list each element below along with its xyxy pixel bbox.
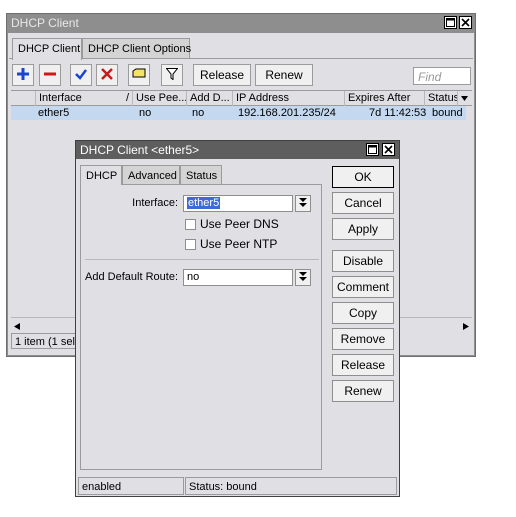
renew-button[interactable]: Renew — [255, 64, 313, 86]
cell-expires: 7d 11:42:53 — [369, 107, 427, 119]
use-peer-ntp-checkbox[interactable] — [185, 239, 196, 250]
cell-status: bound — [432, 107, 463, 119]
chevron-down-icon — [461, 93, 468, 105]
comment-button[interactable] — [128, 64, 150, 86]
interface-value: ether5 — [187, 197, 221, 209]
chevron-down-icon — [299, 272, 307, 283]
table-header: Interface / Use Pee... Add D... IP Addre… — [11, 90, 472, 106]
tab-advanced[interactable]: Advanced — [122, 165, 180, 184]
columns-dropdown[interactable] — [457, 91, 472, 106]
tab-dhcp-client-options[interactable]: DHCP Client Options — [82, 38, 191, 59]
maximize-icon — [367, 144, 378, 155]
add-default-route-label: Add Default Route: — [85, 271, 178, 283]
comment-icon — [132, 68, 146, 83]
interface-dropdown-button[interactable] — [295, 195, 311, 212]
dialog-titlebar[interactable]: DHCP Client <ether5> — [76, 141, 399, 159]
col-use-peer[interactable]: Use Pee... — [132, 91, 186, 106]
cell-use-peer: no — [139, 107, 152, 119]
release-button[interactable]: Release — [193, 64, 251, 86]
disable-button[interactable] — [96, 64, 118, 86]
copy-button[interactable]: Copy — [332, 302, 394, 324]
add-default-route-select[interactable]: no — [183, 269, 293, 286]
apply-button[interactable]: Apply — [332, 218, 394, 240]
dialog-status-bound: Status: bound — [185, 477, 397, 495]
find-input[interactable]: Find — [413, 67, 471, 85]
use-peer-dns-label: Use Peer DNS — [200, 217, 279, 231]
check-icon — [75, 68, 87, 83]
dialog-close-button[interactable] — [382, 143, 395, 156]
cell-add-default: no — [192, 107, 205, 119]
col-add-default[interactable]: Add D... — [186, 91, 232, 106]
filter-icon — [165, 67, 179, 83]
remove-icon — [44, 68, 56, 83]
filter-button[interactable] — [161, 64, 183, 86]
tab-dhcp-client[interactable]: DHCP Client — [12, 38, 82, 60]
cell-ip-address: 192.168.201.235/24 — [238, 107, 336, 119]
col-status[interactable]: Status — [424, 91, 457, 106]
interface-label: Interface: — [132, 197, 178, 209]
col-interface[interactable]: Interface — [35, 91, 131, 106]
add-icon — [17, 67, 29, 83]
chevron-down-icon — [299, 198, 307, 209]
table-row[interactable]: ether5 no no 192.168.201.235/24 7d 11:42… — [11, 106, 466, 120]
enable-button[interactable] — [70, 64, 92, 86]
col-flags[interactable] — [11, 91, 35, 106]
ok-button[interactable]: OK — [332, 166, 394, 188]
use-peer-dns-checkbox[interactable] — [185, 219, 196, 230]
close-button[interactable] — [459, 16, 472, 29]
remove-button[interactable] — [39, 64, 61, 86]
dialog-title: DHCP Client <ether5> — [80, 143, 200, 157]
scroll-right-icon[interactable] — [463, 321, 469, 333]
add-default-route-dropdown-button[interactable] — [295, 269, 311, 286]
col-ip-address[interactable]: IP Address — [232, 91, 344, 106]
remove-button[interactable]: Remove — [332, 328, 394, 350]
renew-button[interactable]: Renew — [332, 380, 394, 402]
add-button[interactable] — [12, 64, 34, 86]
main-window-title: DHCP Client — [11, 16, 79, 30]
tab-dhcp[interactable]: DHCP — [80, 165, 122, 185]
tab-status[interactable]: Status — [180, 165, 222, 184]
main-titlebar[interactable]: DHCP Client — [7, 14, 475, 32]
scroll-left-icon[interactable] — [14, 321, 20, 333]
col-expires-after[interactable]: Expires After — [344, 91, 424, 106]
x-icon — [101, 67, 113, 83]
dhcp-tab-panel: Interface: ether5 Use Peer DNS Use Peer … — [80, 184, 322, 470]
maximize-icon — [445, 17, 456, 28]
cancel-button[interactable]: Cancel — [332, 192, 394, 214]
release-button[interactable]: Release — [332, 354, 394, 376]
separator — [85, 259, 319, 260]
close-icon — [383, 144, 394, 155]
disable-button[interactable]: Disable — [332, 250, 394, 272]
comment-button[interactable]: Comment — [332, 276, 394, 298]
close-icon — [460, 17, 471, 28]
dialog-maximize-button[interactable] — [366, 143, 379, 156]
maximize-button[interactable] — [444, 16, 457, 29]
dhcp-client-dialog: DHCP Client <ether5> DHCP Advanced Statu… — [75, 140, 400, 497]
cell-interface: ether5 — [38, 107, 70, 119]
use-peer-ntp-label: Use Peer NTP — [200, 237, 278, 251]
interface-select[interactable]: ether5 — [183, 195, 293, 212]
dialog-status-enabled: enabled — [78, 477, 184, 495]
